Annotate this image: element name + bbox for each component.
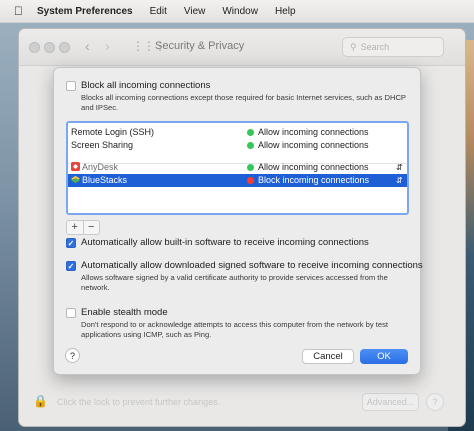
stealth-mode-checkbox[interactable]	[66, 308, 76, 318]
menu-window[interactable]: Window	[222, 6, 258, 17]
service-name: Remote Login (SSH)	[71, 127, 155, 137]
service-name: Screen Sharing	[71, 140, 134, 150]
service-status: Allow incoming connections	[258, 127, 369, 137]
stealth-mode-label: Enable stealth mode	[81, 307, 168, 318]
app-status: Block incoming connections	[258, 175, 370, 185]
search-field[interactable]: ⚲ Search	[342, 37, 444, 57]
service-status: Allow incoming connections	[258, 140, 369, 150]
menu-help[interactable]: Help	[275, 6, 296, 17]
app-name: AnyDesk	[82, 162, 119, 172]
list-item-screen-sharing[interactable]: Screen Sharing Allow incoming connection…	[68, 139, 407, 152]
block-all-label: Block all incoming connections	[81, 80, 211, 91]
forward-chevron-icon[interactable]: ›	[105, 38, 110, 54]
stealth-mode-description: Don't respond to or acknowledge attempts…	[81, 320, 389, 339]
auto-allow-signed-checkbox[interactable]: ✓	[66, 261, 76, 271]
list-item-anydesk[interactable]: AnyDesk Allow incoming connections ⇵	[68, 161, 407, 174]
lock-icon[interactable]: 🔒	[33, 394, 48, 408]
block-all-description: Blocks all incoming connections except t…	[81, 93, 406, 112]
search-placeholder: Search	[360, 42, 390, 52]
close-window-button[interactable]	[29, 42, 40, 53]
search-icon: ⚲	[350, 41, 357, 52]
auto-allow-signed-description: Allows software signed by a valid certif…	[81, 273, 388, 292]
block-all-checkbox[interactable]	[66, 81, 76, 91]
apple-logo-icon[interactable]: 	[14, 4, 23, 18]
bluestacks-app-icon	[71, 175, 80, 184]
list-item-bluestacks[interactable]: BlueStacks Block incoming connections ⇵	[68, 174, 407, 187]
help-button[interactable]: ?	[65, 348, 80, 363]
window-title: Security & Privacy	[155, 40, 245, 52]
cancel-button[interactable]: Cancel	[302, 349, 354, 364]
window-titlebar: ‹ › ⋮⋮⋮ Security & Privacy ⚲ Search	[19, 29, 465, 66]
allow-status-dot	[247, 164, 254, 171]
zoom-window-button[interactable]	[59, 42, 70, 53]
add-remove-control: + −	[66, 220, 100, 235]
auto-allow-builtin-label: Automatically allow built-in software to…	[81, 237, 369, 248]
advanced-button[interactable]: Advanced...	[362, 393, 419, 411]
app-name: BlueStacks	[82, 175, 128, 185]
window-footer: 🔒 Click the lock to prevent further chan…	[19, 382, 465, 426]
add-app-button[interactable]: +	[67, 221, 83, 234]
anydesk-app-icon	[71, 162, 80, 171]
lock-hint-text: Click the lock to prevent further change…	[57, 397, 221, 407]
block-status-dot	[247, 177, 254, 184]
auto-allow-builtin-checkbox[interactable]: ✓	[66, 238, 76, 248]
menu-edit[interactable]: Edit	[150, 6, 167, 17]
app-name-cell: AnyDesk	[71, 161, 118, 174]
menu-bar:  System Preferences Edit View Window He…	[0, 0, 474, 23]
app-status: Allow incoming connections	[258, 162, 369, 172]
window-help-button[interactable]: ?	[426, 393, 444, 411]
auto-allow-signed-label: Automatically allow downloaded signed so…	[81, 260, 423, 271]
back-chevron-icon[interactable]: ‹	[85, 38, 90, 54]
remove-app-button[interactable]: −	[82, 221, 100, 234]
firewall-options-sheet: Block all incoming connections Blocks al…	[53, 67, 423, 375]
allow-status-dot	[247, 142, 254, 149]
ok-button[interactable]: OK	[360, 349, 408, 364]
firewall-app-list[interactable]: Remote Login (SSH) Allow incoming connec…	[66, 121, 409, 215]
list-item-remote-login[interactable]: Remote Login (SSH) Allow incoming connec…	[68, 126, 407, 139]
menu-app-name[interactable]: System Preferences	[37, 6, 133, 17]
status-stepper-icon[interactable]: ⇵	[396, 161, 403, 174]
status-stepper-icon[interactable]: ⇵	[396, 174, 403, 187]
app-name-cell: BlueStacks	[71, 174, 127, 187]
menu-view[interactable]: View	[184, 6, 206, 17]
minimize-window-button[interactable]	[44, 42, 55, 53]
allow-status-dot	[247, 129, 254, 136]
